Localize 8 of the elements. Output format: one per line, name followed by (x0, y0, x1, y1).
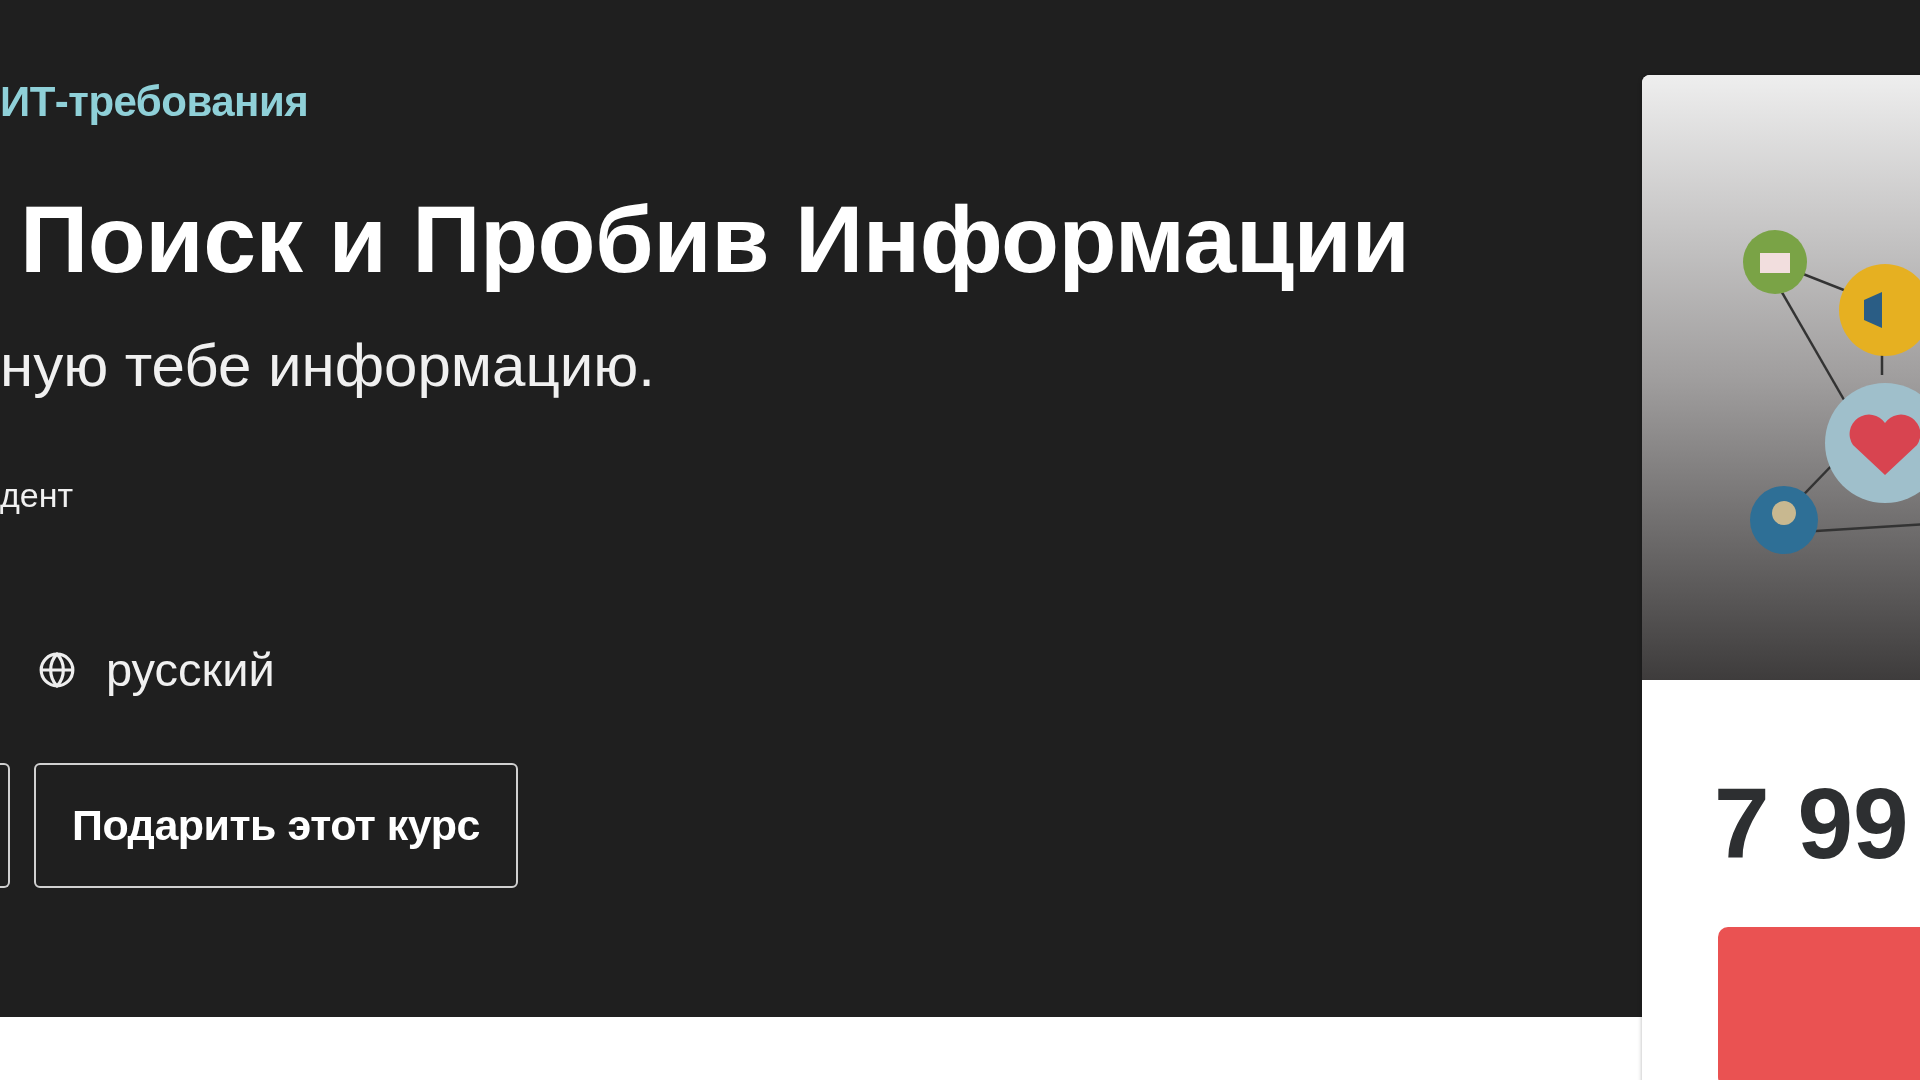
button[interactable] (0, 763, 10, 888)
gift-course-button[interactable]: Подарить этот курс (34, 763, 518, 888)
course-title: Поиск и Пробив Информации (20, 185, 1410, 294)
course-meta: дент (0, 478, 75, 512)
breadcrumb-link[interactable]: ИТ-требования (0, 81, 309, 123)
course-price: 7 99 (1714, 773, 1910, 873)
course-subtitle: ную тебе информацию. (0, 336, 656, 396)
globe-icon (38, 650, 76, 689)
